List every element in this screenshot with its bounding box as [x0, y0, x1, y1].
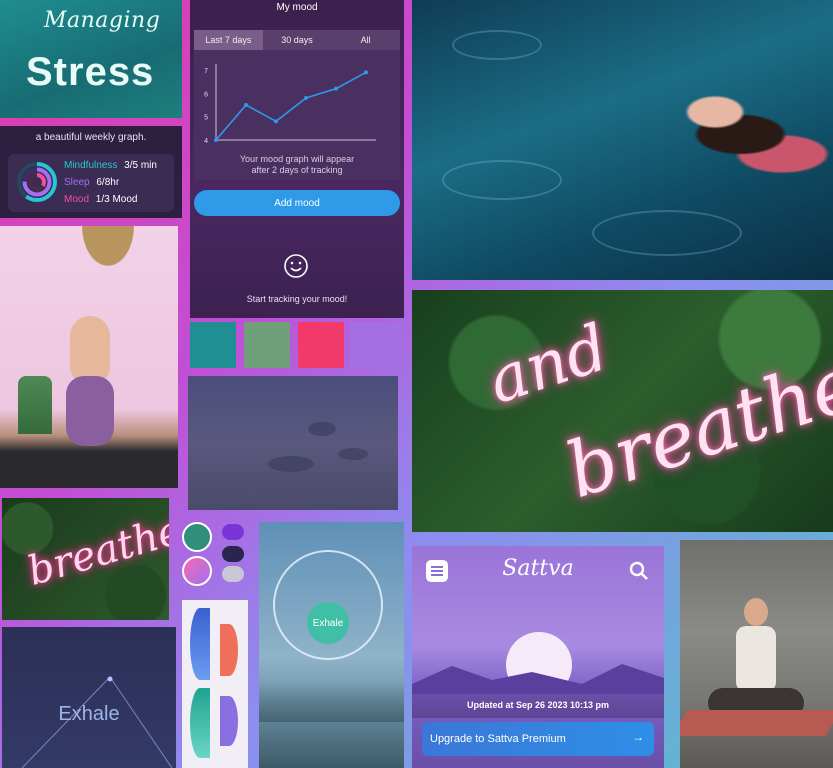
mood-note-line1: Your mood graph will appear	[239, 154, 355, 164]
my-mood-screen: My mood Last 7 days 30 days All 7 6 5 4 You…	[190, 0, 404, 318]
weekly-summary-card: a beautiful weekly graph. Mindfulness 3/…	[0, 126, 182, 218]
color-palette	[190, 322, 404, 370]
exhale-breathing-app: Exhale	[259, 522, 404, 768]
mindfulness-row: Mindfulness 3/5 min	[64, 160, 157, 171]
swatch-lavender	[350, 322, 402, 368]
toggle-dark-icon[interactable]	[222, 546, 244, 562]
mood-chart-note: Your mood graph will appear after 2 days…	[190, 154, 404, 176]
tab-30-days[interactable]: 30 days	[263, 30, 332, 50]
mood-range-tabs: Last 7 days 30 days All	[194, 30, 400, 50]
smiley-icon	[284, 254, 308, 278]
y-tick-label: 5	[204, 115, 208, 122]
weekly-caption: a beautiful weekly graph.	[35, 132, 147, 143]
activity-rings-card: Mindfulness 3/5 min Sleep 6/8hr Mood 1/3…	[8, 154, 174, 212]
exhale-breathing-screen: Exhale	[2, 627, 176, 768]
search-icon[interactable]	[628, 560, 650, 582]
updated-timestamp: Updated at Sep 26 2023 10:13 pm	[466, 700, 610, 710]
tab-all[interactable]: All	[331, 30, 400, 50]
y-tick-label: 6	[204, 91, 208, 98]
abstract-shapes-card	[182, 600, 248, 768]
toggle-on-icon[interactable]	[222, 524, 244, 540]
exhale-label: Exhale	[58, 703, 120, 725]
music-icon[interactable]	[182, 556, 212, 586]
floating-woman-photo	[412, 0, 833, 280]
mood-screen-title: My mood	[276, 2, 318, 13]
yoga-mat	[680, 710, 833, 736]
mood-point	[334, 86, 338, 91]
hanging-lamp-icon	[78, 226, 138, 272]
mood-point	[244, 103, 248, 107]
upgrade-premium-button[interactable]: Upgrade to Sattva Premium →	[422, 722, 654, 756]
arrow-right-icon: →	[632, 730, 644, 744]
mindfulness-value: 3/5 min	[124, 160, 157, 171]
breathe-neon-photo: breathe	[2, 498, 169, 620]
neon-word-breathe-small: breathe	[22, 507, 169, 595]
managing-stress-tile: Managing Stress	[0, 0, 182, 118]
sattva-logo: Sattva	[502, 556, 574, 581]
y-tick-label: 4	[204, 138, 208, 145]
mood-value: 1/3 Mood	[95, 194, 138, 205]
swatch-teal	[190, 322, 236, 368]
breathing-triangle-icon	[21, 676, 173, 768]
exhale-button[interactable]: Exhale	[307, 602, 349, 644]
activity-rings-icon	[17, 162, 57, 202]
mood-row: Mood 1/3 Mood	[64, 194, 138, 205]
swatch-pink	[298, 322, 344, 368]
mood-point	[214, 138, 218, 142]
stress-line1: Managing	[44, 8, 161, 33]
icon-tiles	[180, 520, 244, 590]
sleep-row: Sleep 6/8hr	[64, 177, 119, 188]
and-breathe-neon-photo: and breathe	[412, 290, 833, 532]
add-mood-button[interactable]: Add mood	[194, 190, 400, 216]
mood-point	[274, 119, 278, 124]
sleep-value: 6/8hr	[96, 177, 120, 188]
stress-line2: Stress	[26, 50, 155, 94]
toggle-off-icon[interactable]	[222, 566, 244, 582]
tab-last-7-days[interactable]: Last 7 days	[194, 30, 263, 50]
mood-point	[364, 70, 368, 75]
eagle-pose-yoga-photo	[0, 226, 178, 488]
mood-label: Mood	[64, 194, 90, 205]
meditation-pose-photo	[680, 540, 833, 768]
mindfulness-label: Mindfulness	[64, 160, 118, 171]
sleep-label: Sleep	[64, 177, 90, 188]
plant-icon	[18, 376, 52, 434]
mood-note-line2: after 2 days of tracking	[251, 165, 343, 175]
neon-word-and: and	[479, 311, 617, 419]
misty-lake-photo	[188, 376, 398, 510]
start-tracking-label: Start tracking your mood!	[246, 294, 348, 304]
swatch-sage	[244, 322, 290, 368]
mood-point	[304, 96, 308, 100]
y-tick-label: 7	[204, 68, 208, 75]
upgrade-label: Upgrade to Sattva Premium	[430, 733, 566, 745]
sattva-app-screen: Sattva Updated at Sep 26 2023 10:13 pm U…	[412, 546, 664, 768]
meditation-icon[interactable]	[182, 522, 212, 552]
mood-series-line	[215, 71, 367, 141]
